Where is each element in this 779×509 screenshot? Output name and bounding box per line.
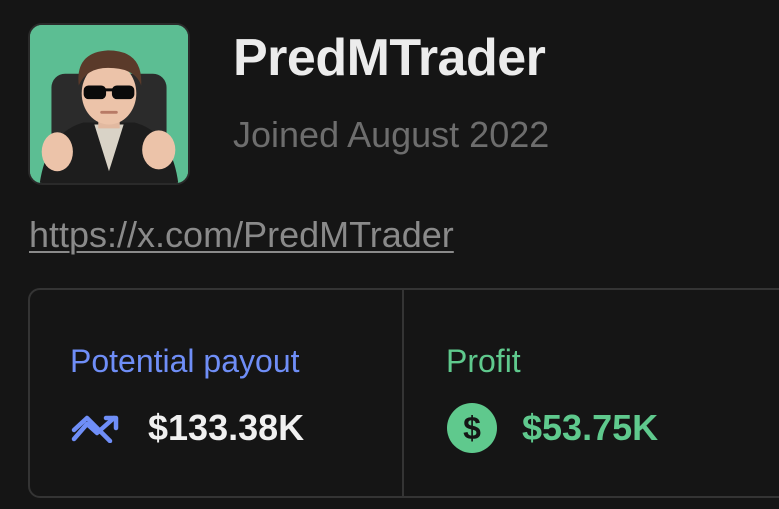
- stats-card: Potential payout $133.38K Profit $ $53.7…: [28, 288, 779, 498]
- potential-payout-row: $133.38K: [70, 402, 304, 454]
- svg-text:$: $: [463, 410, 481, 446]
- trend-up-icon: [71, 415, 119, 443]
- potential-payout-label: Potential payout: [70, 343, 300, 379]
- profit-label: Profit: [446, 343, 521, 379]
- avatar-photo: [30, 25, 188, 183]
- profile-page: PredMTrader Joined August 2022 https://x…: [0, 0, 779, 509]
- avatar: [28, 23, 190, 185]
- profile-username: PredMTrader: [233, 29, 546, 87]
- profile-joined-date: Joined August 2022: [233, 114, 550, 155]
- profit-value: $53.75K: [522, 407, 659, 449]
- dollar-circle-icon: $: [447, 403, 497, 453]
- stat-potential-payout: Potential payout $133.38K: [30, 290, 404, 496]
- profit-row: $ $53.75K: [446, 402, 658, 454]
- stat-profit: Profit $ $53.75K: [404, 290, 779, 496]
- potential-payout-value: $133.38K: [148, 407, 305, 449]
- profile-social-link[interactable]: https://x.com/PredMTrader: [29, 215, 454, 255]
